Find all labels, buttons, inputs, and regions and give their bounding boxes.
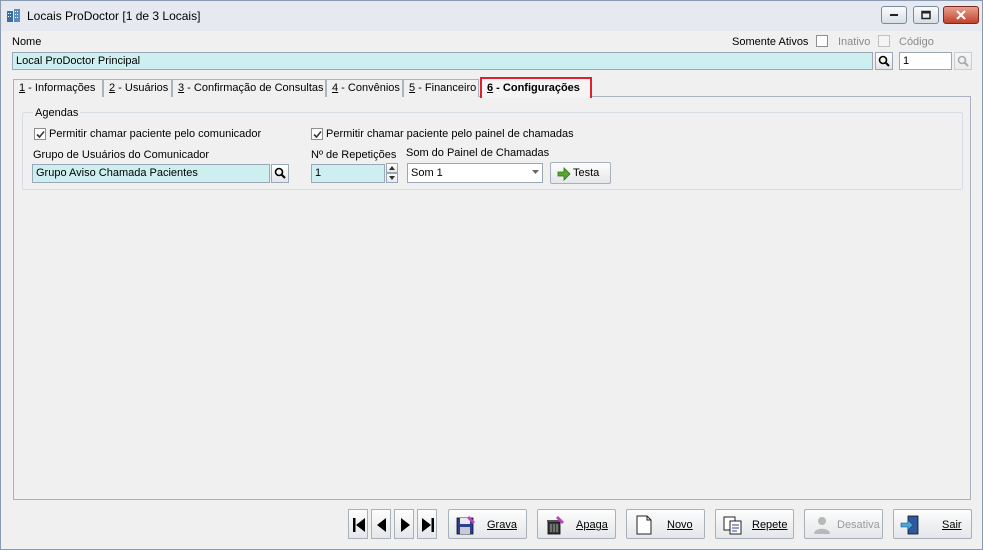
- copy-icon: [723, 516, 742, 535]
- arrow-up-icon: [389, 166, 395, 170]
- previous-record-button[interactable]: [371, 509, 391, 539]
- inativo-label: Inativo: [838, 36, 871, 48]
- novo-button[interactable]: Novo: [626, 509, 705, 539]
- spin-up-button[interactable]: [386, 163, 398, 173]
- trash-icon: [547, 516, 564, 535]
- search-icon: [878, 55, 890, 67]
- save-icon: [456, 516, 475, 535]
- testa-label: Testa: [573, 167, 600, 179]
- nome-field[interactable]: Local ProDoctor Principal: [12, 52, 873, 70]
- somente-ativos-label: Somente Ativos: [732, 36, 809, 48]
- grupo-usuarios-field[interactable]: Grupo Aviso Chamada Pacientes: [32, 164, 270, 183]
- sair-label: Sair: [942, 519, 962, 531]
- comunicador-checkbox-label[interactable]: Permitir chamar paciente pelo comunicado…: [49, 128, 261, 140]
- nome-search-button[interactable]: [875, 52, 893, 70]
- codigo-field[interactable]: 1: [899, 52, 952, 70]
- som-painel-label: Som do Painel de Chamadas: [406, 147, 550, 159]
- deactivate-user-icon: [814, 517, 830, 534]
- testa-button[interactable]: Testa: [550, 162, 611, 184]
- grupo-usuarios-label: Grupo de Usuários do Comunicador: [33, 149, 210, 161]
- repeticoes-field[interactable]: 1: [311, 164, 385, 183]
- grupo-search-button[interactable]: [271, 164, 289, 183]
- chevron-down-icon: [532, 170, 539, 174]
- maximize-icon: [921, 10, 931, 20]
- search-icon: [957, 55, 969, 67]
- title-bar: Locais ProDoctor [1 de 3 Locais]: [1, 1, 982, 31]
- close-icon: [956, 10, 966, 20]
- tab-configuracoes[interactable]: 6 - Configurações: [480, 77, 592, 98]
- som-painel-select[interactable]: Som 1: [407, 163, 543, 183]
- checkmark-icon: [313, 130, 322, 139]
- last-record-button[interactable]: [417, 509, 437, 539]
- painel-checkbox[interactable]: [311, 128, 323, 140]
- main-window: Locais ProDoctor [1 de 3 Locais] Nome Lo…: [0, 0, 983, 550]
- tab-financeiro[interactable]: 5 - Financeiro: [403, 79, 479, 97]
- spin-down-button[interactable]: [386, 173, 398, 183]
- som-painel-value: Som 1: [411, 167, 443, 179]
- exit-door-icon: [900, 515, 919, 535]
- agendas-group-title: Agendas: [33, 107, 81, 119]
- painel-checkbox-label[interactable]: Permitir chamar paciente pelo painel de …: [326, 128, 574, 140]
- last-record-icon: [422, 518, 434, 532]
- window-title: Locais ProDoctor [1 de 3 Locais]: [27, 9, 201, 23]
- close-button[interactable]: [943, 6, 979, 24]
- repete-label: Repete: [752, 519, 788, 531]
- sair-button[interactable]: Sair: [893, 509, 972, 539]
- maximize-button[interactable]: [913, 6, 939, 24]
- codigo-label: Código: [899, 36, 934, 48]
- first-record-button[interactable]: [348, 509, 368, 539]
- minimize-icon: [890, 14, 898, 16]
- arrow-down-icon: [389, 176, 395, 180]
- first-record-icon: [353, 518, 365, 532]
- previous-record-icon: [377, 518, 386, 532]
- arrow-right-icon: [557, 167, 571, 181]
- repete-button[interactable]: Repete: [715, 509, 794, 539]
- tab-confirmacao-consultas[interactable]: 3 - Confirmação de Consultas: [172, 79, 326, 97]
- grava-button[interactable]: Grava: [448, 509, 527, 539]
- search-icon: [274, 167, 286, 179]
- app-icon: [7, 9, 20, 22]
- checkmark-icon: [36, 130, 45, 139]
- desativa-label: Desativa: [837, 519, 880, 531]
- nome-label: Nome: [12, 36, 42, 48]
- grava-label: Grava: [487, 519, 517, 531]
- comunicador-checkbox[interactable]: [34, 128, 46, 140]
- desativa-button[interactable]: Desativa: [804, 509, 883, 539]
- next-record-button[interactable]: [394, 509, 414, 539]
- tab-convenios[interactable]: 4 - Convênios: [326, 79, 403, 97]
- apaga-label: Apaga: [576, 519, 608, 531]
- repeticoes-spinner[interactable]: [386, 163, 398, 183]
- repeticoes-label: Nº de Repetições: [311, 149, 397, 161]
- tab-usuarios[interactable]: 2 - Usuários: [103, 79, 172, 97]
- apaga-button[interactable]: Apaga: [537, 509, 616, 539]
- somente-ativos-checkbox[interactable]: [816, 35, 828, 47]
- codigo-search-button[interactable]: [954, 52, 972, 70]
- inativo-checkbox[interactable]: [878, 35, 890, 47]
- new-document-icon: [636, 515, 652, 535]
- novo-label: Novo: [667, 519, 693, 531]
- minimize-button[interactable]: [881, 6, 907, 24]
- next-record-icon: [401, 518, 410, 532]
- tab-informacoes[interactable]: 1 - Informações: [13, 79, 103, 97]
